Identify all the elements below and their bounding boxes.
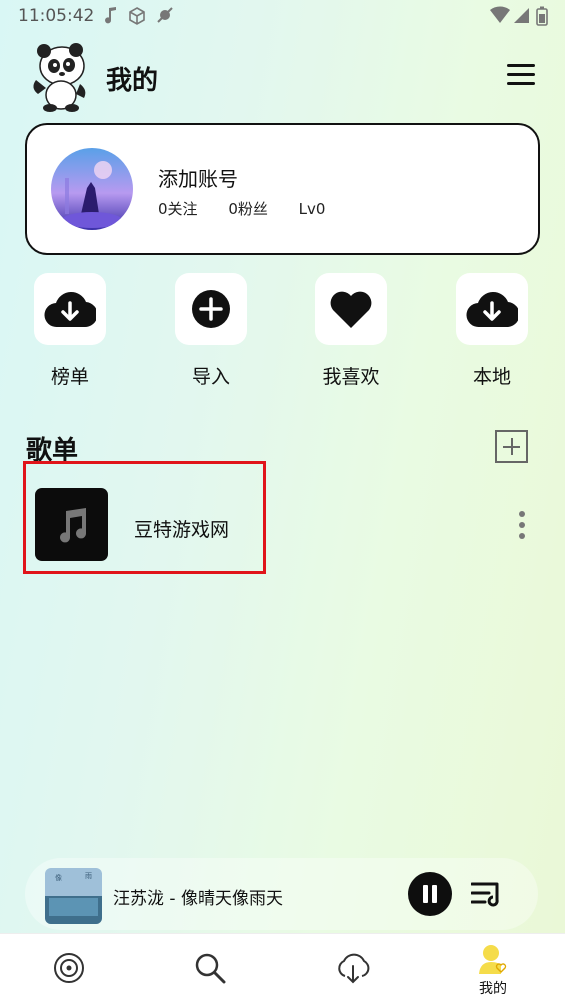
svg-text:雨: 雨: [85, 872, 92, 880]
local-tile[interactable]: [456, 273, 528, 345]
charts-tile[interactable]: [34, 273, 106, 345]
more-vertical-icon: [519, 511, 525, 517]
quick-action-charts[interactable]: 榜单: [34, 273, 106, 389]
wifi-icon: [490, 6, 510, 24]
account-name[interactable]: 添加账号: [158, 163, 238, 192]
import-tile[interactable]: [175, 273, 247, 345]
quick-action-favorites[interactable]: 我喜欢: [315, 273, 387, 389]
search-icon: [195, 953, 226, 984]
nav-search[interactable]: [170, 934, 250, 1004]
pause-button[interactable]: [408, 872, 452, 916]
page-title: 我的: [106, 66, 159, 96]
profile-card[interactable]: 添加账号 0关注 0粉丝 Lv0: [25, 123, 540, 255]
svg-text:像: 像: [55, 873, 62, 882]
signal-icon: [514, 8, 529, 23]
panda-logo: [33, 43, 86, 112]
now-playing-cover: 像 雨: [45, 868, 102, 924]
follows-count[interactable]: 0关注: [158, 200, 198, 218]
cloud-download-icon: [44, 292, 96, 328]
local-label: 本地: [472, 366, 511, 388]
cube-status-icon: [129, 7, 145, 25]
playlist-item[interactable]: 豆特游戏网: [23, 461, 543, 574]
status-bar: 11:05:42: [0, 0, 565, 32]
music-note-icon: [59, 507, 86, 542]
import-label: 导入: [191, 366, 230, 388]
vinyl-disc-icon: [54, 953, 84, 983]
menu-button[interactable]: [507, 64, 535, 88]
charts-label: 榜单: [50, 366, 89, 388]
bottom-nav: 我的: [0, 933, 565, 1004]
battery-icon: [536, 6, 548, 26]
plus-circle-icon: [192, 290, 230, 328]
cloud-download-outline-icon: [338, 953, 370, 984]
music-note-status-icon: [105, 7, 116, 24]
playlist-queue-icon[interactable]: [471, 880, 503, 908]
profile-stats: 0关注 0粉丝 Lv0: [158, 198, 351, 219]
fans-count[interactable]: 0粉丝: [228, 200, 268, 218]
avatar[interactable]: [51, 148, 133, 230]
favorites-label: 我喜欢: [322, 366, 380, 388]
menu-icon: [507, 64, 535, 67]
nav-download[interactable]: [312, 934, 392, 1004]
heart-icon: [330, 291, 372, 328]
nav-discover[interactable]: [29, 934, 109, 1004]
playlist-name: 豆特游戏网: [134, 519, 230, 541]
level-badge: Lv0: [298, 200, 326, 218]
quick-action-local[interactable]: 本地: [456, 273, 528, 389]
now-playing-bar[interactable]: 像 雨 汪苏泷 - 像晴天像雨天: [25, 858, 538, 930]
nav-mine[interactable]: 我的: [453, 934, 533, 1004]
playlist-more-button[interactable]: [517, 511, 527, 543]
satellite-status-icon: [157, 7, 173, 23]
nav-mine-label: 我的: [479, 981, 507, 997]
favorites-tile[interactable]: [315, 273, 387, 345]
playlist-cover: [35, 488, 108, 561]
quick-action-import[interactable]: 导入: [175, 273, 247, 389]
status-time: 11:05:42: [18, 6, 95, 26]
header: 我的: [0, 38, 565, 114]
now-playing-title: 汪苏泷 - 像晴天像雨天: [113, 889, 283, 909]
user-icon: [479, 945, 507, 974]
cloud-download-icon: [466, 292, 518, 328]
add-playlist-button[interactable]: [495, 430, 528, 463]
